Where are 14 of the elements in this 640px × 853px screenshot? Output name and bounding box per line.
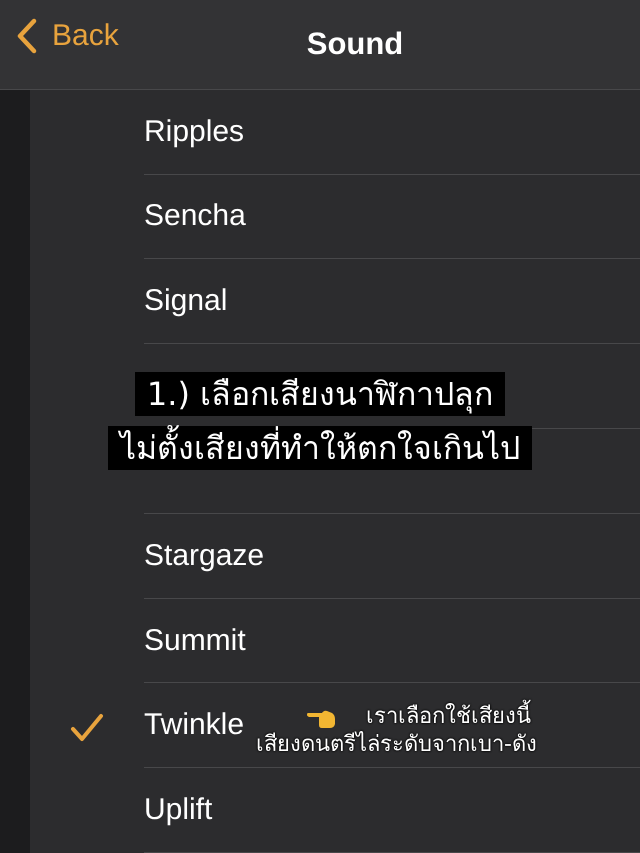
sound-option[interactable]: Sencha [30, 174, 640, 260]
sound-option[interactable]: Stargaze [30, 514, 640, 599]
sound-option[interactable]: Summit [30, 598, 640, 684]
back-button[interactable]: Back [16, 18, 119, 54]
sound-option[interactable]: Uplift [30, 768, 640, 853]
sound-option[interactable]: Ripples [30, 90, 640, 175]
chevron-left-icon [16, 18, 38, 54]
checkmark-icon [70, 713, 104, 744]
caption-overlay: 1.) เลือกเสียงนาฬิกาปลุก [134, 372, 506, 416]
caption-overlay: ไม่ตั้งเสียงที่ทำให้ตกใจเกินไป [108, 426, 532, 470]
sound-option[interactable]: Signal [30, 259, 640, 344]
annotation-text: เสียงดนตรีไล่ระดับจากเบา-ดัง [256, 731, 537, 760]
sound-option[interactable]: Twinkle เราเลือกใช้เสียงนี้ เสียงดนตรีไล่ระดับจากเบา-ดัง [30, 683, 640, 768]
screen-title: Sound [306, 26, 404, 62]
